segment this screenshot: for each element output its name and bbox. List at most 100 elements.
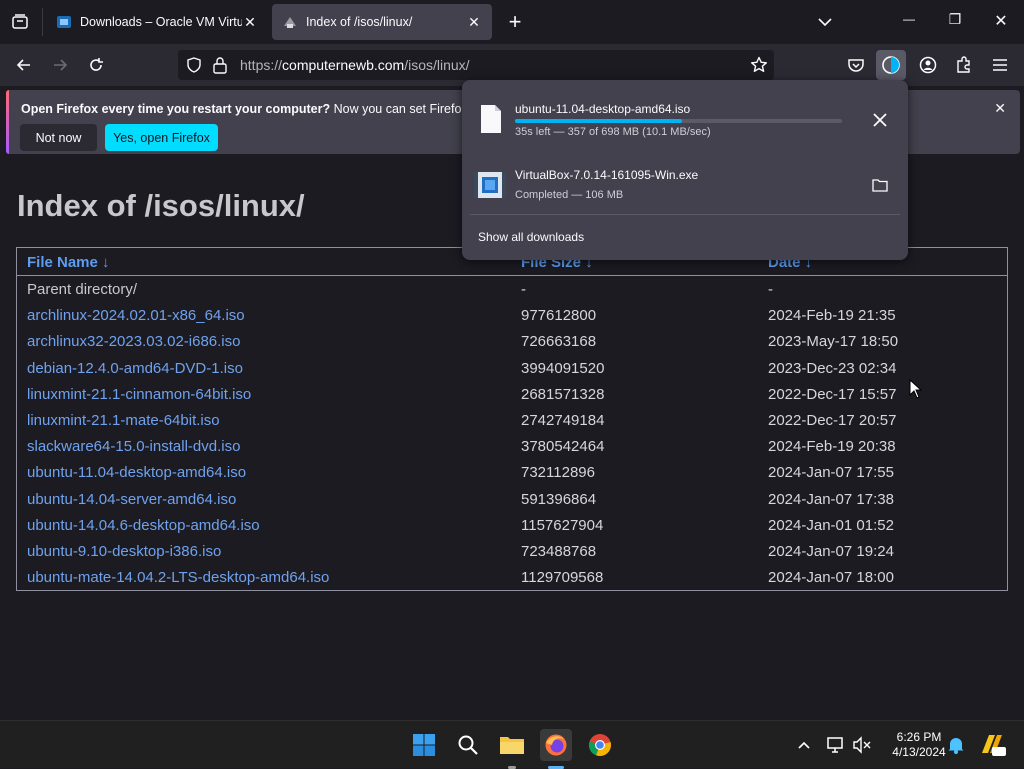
restore-button[interactable]: ❐ bbox=[944, 11, 966, 31]
show-hidden-icons-chevron[interactable] bbox=[796, 737, 812, 753]
file-name-link[interactable]: linuxmint-21.1-cinnamon-64bit.iso bbox=[27, 386, 251, 403]
file-size: 732112896 bbox=[521, 464, 595, 482]
tab-strip: Downloads – Oracle VM VirtualBox ✕ Index… bbox=[0, 0, 1024, 44]
notification-accent bbox=[6, 90, 9, 154]
close-tab-icon[interactable]: ✕ bbox=[466, 14, 482, 30]
panel-divider bbox=[470, 214, 900, 215]
lock-icon[interactable] bbox=[212, 56, 228, 74]
back-arrow-icon bbox=[16, 59, 30, 71]
virtualbox-favicon-icon bbox=[57, 16, 71, 28]
tab-title: Index of /isos/linux/ bbox=[306, 15, 413, 29]
reload-button[interactable] bbox=[81, 50, 111, 80]
download-file-name: ubuntu-11.04-desktop-amd64.iso bbox=[515, 102, 691, 116]
account-button[interactable] bbox=[913, 50, 943, 80]
account-icon bbox=[919, 56, 937, 74]
table-row: ubuntu-14.04-server-amd64.iso 591396864 20… bbox=[17, 488, 1007, 514]
file-date: 2024-Jan-07 17:38 bbox=[768, 490, 894, 508]
file-name-link[interactable]: ubuntu-11.04-desktop-amd64.iso bbox=[27, 464, 246, 481]
chrome-taskbar-button[interactable] bbox=[584, 729, 616, 761]
column-header-file-name[interactable]: File Name ↓ bbox=[27, 254, 110, 271]
parent-directory-row: Parent directory/ - - bbox=[17, 278, 1007, 304]
tracking-protection-shield-icon[interactable] bbox=[186, 57, 202, 73]
file-date: 2024-Jan-07 17:55 bbox=[768, 464, 894, 482]
app-menu-button[interactable] bbox=[985, 50, 1015, 80]
list-all-tabs-button[interactable] bbox=[10, 12, 30, 32]
notification-bell-icon[interactable] bbox=[946, 735, 966, 755]
tab-index-of-isos-linux[interactable]: Index of /isos/linux/ ✕ bbox=[272, 4, 492, 40]
download-status: 35s left — 357 of 698 MB (10.1 MB/sec) bbox=[515, 126, 711, 138]
downloads-button[interactable] bbox=[876, 50, 906, 80]
file-name-link[interactable]: Parent directory/ bbox=[27, 281, 137, 298]
file-size: 726663168 bbox=[521, 333, 597, 351]
puzzle-piece-icon bbox=[957, 56, 970, 73]
file-name-link[interactable]: slackware64-15.0-install-dvd.iso bbox=[27, 438, 240, 455]
firefox-icon bbox=[545, 734, 567, 756]
table-row: archlinux-2024.02.01-x86_64.iso 977612800… bbox=[17, 304, 1007, 330]
file-date: 2024-Feb-19 20:38 bbox=[768, 438, 896, 456]
show-all-downloads-button[interactable]: Show all downloads bbox=[478, 230, 584, 244]
download-file-name: VirtualBox-7.0.14-161095-Win.exe bbox=[515, 168, 699, 182]
file-name-link[interactable]: ubuntu-mate-14.04.2-LTS-desktop-amd64.is… bbox=[27, 569, 329, 586]
window-close-button[interactable]: ✕ bbox=[990, 11, 1012, 31]
bookmark-star-icon[interactable] bbox=[750, 56, 768, 74]
close-tab-icon[interactable]: ✕ bbox=[242, 14, 258, 30]
folder-icon bbox=[500, 737, 524, 754]
tab-title: Downloads – Oracle VM VirtualBox bbox=[80, 15, 242, 29]
file-explorer-button[interactable] bbox=[496, 729, 528, 761]
table-row: linuxmint-21.1-cinnamon-64bit.iso 2681571… bbox=[17, 383, 1007, 409]
notification-close-icon[interactable]: ✕ bbox=[994, 100, 1006, 117]
copilot-preview-icon[interactable] bbox=[978, 731, 1006, 759]
file-name-link[interactable]: archlinux-2024.02.01-x86_64.iso bbox=[27, 307, 245, 324]
download-item-virtualbox-exe[interactable]: VirtualBox-7.0.14-161095-Win.exe Complet… bbox=[472, 158, 898, 216]
reload-icon bbox=[90, 58, 103, 71]
extensions-button[interactable] bbox=[949, 50, 979, 80]
downloads-panel: ubuntu-11.04-desktop-amd64.iso 35s left … bbox=[462, 80, 908, 260]
table-row: archlinux32-2023.03.02-i686.iso 726663168… bbox=[17, 330, 1007, 356]
file-name-link[interactable]: ubuntu-9.10-desktop-i386.iso bbox=[27, 543, 221, 560]
file-name-link[interactable]: ubuntu-14.04-server-amd64.iso bbox=[27, 491, 236, 508]
installer-file-icon bbox=[474, 172, 506, 198]
table-row: ubuntu-9.10-desktop-i386.iso 723488768 202… bbox=[17, 540, 1007, 566]
tab-overflow-chevron-icon[interactable] bbox=[816, 13, 834, 31]
firefox-taskbar-button[interactable] bbox=[540, 729, 572, 761]
start-button[interactable] bbox=[408, 729, 440, 761]
page-title: Index of /isos/linux/ bbox=[17, 188, 305, 223]
cancel-download-icon[interactable] bbox=[872, 112, 888, 128]
file-name-link[interactable]: linuxmint-21.1-mate-64bit.iso bbox=[27, 412, 220, 429]
download-progress-bar bbox=[515, 119, 842, 123]
table-row: debian-12.4.0-amd64-DVD-1.iso 3994091520 2… bbox=[17, 357, 1007, 383]
show-in-folder-icon[interactable] bbox=[872, 178, 888, 192]
address-bar[interactable]: https://computernewb.com/isos/linux/ bbox=[178, 50, 774, 80]
back-button[interactable] bbox=[9, 50, 39, 80]
pocket-button[interactable] bbox=[841, 50, 871, 80]
taskbar: 6:26 PM 4/13/2024 bbox=[0, 720, 1024, 769]
tab-virtualbox-downloads[interactable]: Downloads – Oracle VM VirtualBox ✕ bbox=[46, 4, 268, 40]
file-name-link[interactable]: debian-12.4.0-amd64-DVD-1.iso bbox=[27, 360, 243, 377]
table-row: slackware64-15.0-install-dvd.iso 37805424… bbox=[17, 435, 1007, 461]
search-button[interactable] bbox=[452, 729, 484, 761]
volume-muted-icon[interactable] bbox=[852, 735, 872, 755]
file-date: 2023-Dec-23 02:34 bbox=[768, 359, 897, 377]
download-item-ubuntu-iso[interactable]: ubuntu-11.04-desktop-amd64.iso 35s left … bbox=[472, 92, 898, 150]
forward-button[interactable] bbox=[45, 50, 75, 80]
file-name-link[interactable]: archlinux32-2023.03.02-i686.iso bbox=[27, 333, 240, 350]
url-text[interactable]: https://computernewb.com/isos/linux/ bbox=[240, 57, 470, 73]
file-name-link[interactable]: ubuntu-14.04.6-desktop-amd64.iso bbox=[27, 517, 260, 534]
search-icon bbox=[458, 735, 478, 755]
network-icon[interactable] bbox=[826, 735, 846, 755]
download-status: Completed — 106 MB bbox=[515, 189, 624, 201]
yes-open-firefox-button[interactable]: Yes, open Firefox bbox=[105, 124, 218, 151]
file-size: 591396864 bbox=[521, 490, 597, 508]
file-icon bbox=[481, 105, 501, 133]
computernewb-favicon-icon bbox=[284, 17, 296, 28]
file-date: - bbox=[768, 281, 773, 298]
file-listing-table: File Name ↓ File Size ↓ Date ↓ Parent di… bbox=[16, 247, 1008, 591]
not-now-button[interactable]: Not now bbox=[20, 124, 97, 151]
file-size: 1157627904 bbox=[521, 516, 604, 534]
file-size: 2742749184 bbox=[521, 412, 605, 429]
table-row: linuxmint-21.1-mate-64bit.iso 2742749184 2… bbox=[17, 409, 1007, 435]
tab-list-icon bbox=[12, 14, 28, 29]
minimize-button[interactable]: — bbox=[898, 12, 920, 32]
pocket-icon bbox=[848, 59, 864, 72]
new-tab-button[interactable]: + bbox=[503, 8, 527, 36]
